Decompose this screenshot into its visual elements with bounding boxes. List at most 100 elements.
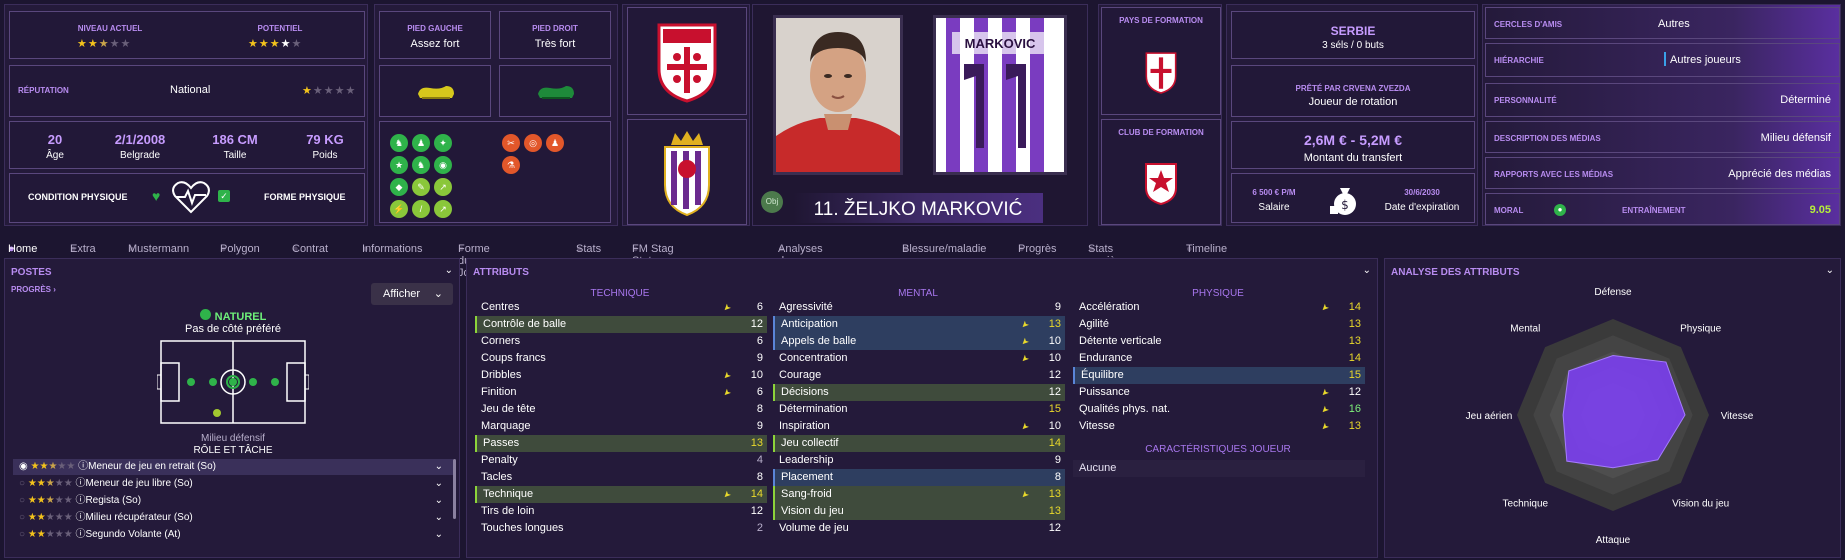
expiry-value: 30/6/2030 xyxy=(1404,188,1440,197)
media-desc-row[interactable]: DESCRIPTION DES MÉDIAS Milieu défensif xyxy=(1485,121,1840,153)
attribute-row[interactable]: Puissance ➤ 12 xyxy=(1073,384,1365,401)
obj-badge[interactable]: Obj xyxy=(761,191,783,213)
chevron-down-icon[interactable]: ⌄ xyxy=(435,527,443,543)
chevron-down-icon[interactable]: ⌄ xyxy=(435,476,443,492)
info-icon: ⓘ xyxy=(75,495,86,506)
attribute-row[interactable]: Inspiration ➤ 10 xyxy=(773,418,1065,435)
attribute-analysis-panel: ANALYSE DES ATTRIBUTS ⌄ Défense Physique V… xyxy=(1384,258,1841,558)
nation-box[interactable]: SERBIE 3 séls / 0 buts xyxy=(1231,11,1475,59)
attribute-row[interactable]: Corners 6 xyxy=(475,333,767,350)
nation-crest-box[interactable] xyxy=(627,7,747,115)
chevron-down-icon[interactable]: ⌄ xyxy=(435,510,443,526)
hierarchy-row[interactable]: HIÉRARCHIE Autres joueurs xyxy=(1485,43,1840,77)
trait-icon[interactable]: ↗ xyxy=(434,200,452,218)
attribute-row[interactable]: Contrôle de balle 12 xyxy=(475,316,767,333)
attribute-name: Contrôle de balle xyxy=(483,318,567,330)
trait-icon[interactable]: ♟ xyxy=(412,134,430,152)
roles-scrollbar[interactable] xyxy=(453,459,456,519)
attribute-value: 6 xyxy=(756,335,763,347)
ability-box[interactable]: NIVEAU ACTUEL ★★★★★ POTENTIEL ★★★★★ xyxy=(9,11,365,59)
attribute-row[interactable]: Coups francs 9 xyxy=(475,350,767,367)
role-row[interactable]: ◉ ★★★★★ ⓘMeneur de jeu en retrait (So) ⌄ xyxy=(13,459,453,475)
trait-icon[interactable]: ✦ xyxy=(434,134,452,152)
trait-icon[interactable]: / xyxy=(412,200,430,218)
training-country-box[interactable]: PAYS DE FORMATION xyxy=(1101,7,1221,115)
attribute-value: 6 xyxy=(756,301,763,313)
attribute-row[interactable]: Volume de jeu 12 xyxy=(773,520,1065,537)
role-row[interactable]: ○ ★★★★★ ⓘMilieu récupérateur (So) ⌄ xyxy=(13,510,453,526)
trait-icon[interactable]: ♞ xyxy=(390,134,408,152)
progress-link[interactable]: PROGRÈS › xyxy=(11,285,56,294)
show-button[interactable]: Afficher ⌄ xyxy=(371,283,453,305)
trait-icon[interactable]: ♞ xyxy=(412,156,430,174)
expiry-label: Date d'expiration xyxy=(1384,202,1460,213)
morale-icon: ● xyxy=(1554,204,1566,216)
attribute-row[interactable]: Qualités phys. nat. ➤ 16 xyxy=(1073,401,1365,418)
friends-row[interactable]: CERCLES D'AMIS Autres xyxy=(1485,7,1840,39)
attribute-row[interactable]: Penalty 4 xyxy=(475,452,767,469)
attribute-row[interactable]: Technique ➤ 14 xyxy=(475,486,767,503)
attribute-row[interactable]: Sang-froid ➤ 13 xyxy=(773,486,1065,503)
tab-progres-label: Progrès xyxy=(1018,243,1057,255)
tab-extra-label: Extra xyxy=(70,243,96,255)
attribute-row[interactable]: Concentration ➤ 10 xyxy=(773,350,1065,367)
attribute-row[interactable]: Dribbles ➤ 10 xyxy=(475,367,767,384)
trait-icon[interactable]: ♟ xyxy=(546,134,564,152)
chevron-down-icon[interactable]: ⌄ xyxy=(435,493,443,509)
attribute-row[interactable]: Tacles 8 xyxy=(475,469,767,486)
attribute-row[interactable]: Équilibre 15 xyxy=(1073,367,1365,384)
attribute-value: 12 xyxy=(750,318,763,330)
attribute-row[interactable]: Décisions 12 xyxy=(773,384,1065,401)
club-crest-box[interactable] xyxy=(627,119,747,225)
role-row[interactable]: ○ ★★★★★ ⓘMeneur de jeu libre (So) ⌄ xyxy=(13,476,453,492)
trait-icon[interactable]: ◆ xyxy=(390,178,408,196)
attribute-row[interactable]: Agilité 13 xyxy=(1073,316,1365,333)
morale-row[interactable]: MORAL ● ENTRAÎNEMENT 9.05 xyxy=(1485,193,1840,225)
heart-icon: ♥ xyxy=(152,188,161,204)
role-row[interactable]: ○ ★★★★★ ⓘRegista (So) ⌄ xyxy=(13,493,453,509)
caps-value: 3 séls / 0 buts xyxy=(1322,40,1384,51)
attribute-row[interactable]: Jeu collectif 14 xyxy=(773,435,1065,452)
attribute-row[interactable]: Jeu de tête 8 xyxy=(475,401,767,418)
media-relations-row[interactable]: RAPPORTS AVEC LES MÉDIAS Apprécié des mé… xyxy=(1485,157,1840,189)
attribute-row[interactable]: Centres ➤ 6 xyxy=(475,299,767,316)
attribute-row[interactable]: Agressivité 9 xyxy=(773,299,1065,316)
trait-icon[interactable]: ⚡ xyxy=(390,200,408,218)
trait-icon[interactable]: ✎ xyxy=(412,178,430,196)
attribute-row[interactable]: Courage 12 xyxy=(773,367,1065,384)
attribute-row[interactable]: Finition ➤ 6 xyxy=(475,384,767,401)
trait-icon[interactable]: ◎ xyxy=(524,134,542,152)
positions-collapse-icon[interactable]: ⌄ xyxy=(445,265,453,276)
trait-icon[interactable]: ⚗ xyxy=(502,156,520,174)
attribute-row[interactable]: Vision du jeu 13 xyxy=(773,503,1065,520)
trait-icon[interactable]: ✂ xyxy=(502,134,520,152)
trait-icon[interactable]: ◉ xyxy=(434,156,452,174)
attribute-row[interactable]: Leadership 9 xyxy=(773,452,1065,469)
attribute-row[interactable]: Vitesse ➤ 13 xyxy=(1073,418,1365,435)
trait-icon[interactable]: ↗ xyxy=(434,178,452,196)
attribute-row[interactable]: Tirs de loin 12 xyxy=(475,503,767,520)
attribute-row[interactable]: Placement 8 xyxy=(773,469,1065,486)
attribute-row[interactable]: Appels de balle ➤ 10 xyxy=(773,333,1065,350)
attribute-row[interactable]: Accélération ➤ 14 xyxy=(1073,299,1365,316)
attribute-row[interactable]: Passes 13 xyxy=(475,435,767,452)
serbia-crest-icon xyxy=(657,23,717,103)
attribute-row[interactable]: Détermination 15 xyxy=(773,401,1065,418)
chevron-down-icon[interactable]: ⌄ xyxy=(435,459,443,475)
attribute-row[interactable]: Détente verticale 13 xyxy=(1073,333,1365,350)
attributes-collapse-icon[interactable]: ⌄ xyxy=(1363,265,1371,276)
attribute-name: Passes xyxy=(483,437,520,449)
training-club-box[interactable]: CLUB DE FORMATION xyxy=(1101,119,1221,225)
personality-row[interactable]: PERSONNALITÉ Déterminé xyxy=(1485,83,1840,117)
trend-arrow-icon: ➤ xyxy=(721,369,734,383)
attribute-value: 10 xyxy=(1048,335,1061,347)
attribute-row[interactable]: Endurance 14 xyxy=(1073,350,1365,367)
reputation-value: National xyxy=(170,84,211,96)
media-desc-value: Milieu défensif xyxy=(1760,132,1831,144)
attribute-row[interactable]: Anticipation ➤ 13 xyxy=(773,316,1065,333)
attribute-row[interactable]: Touches longues 2 xyxy=(475,520,767,537)
attribute-value: 4 xyxy=(756,454,763,466)
role-row[interactable]: ○ ★★★★★ ⓘSegundo Volante (At) ⌄ xyxy=(13,527,453,543)
trait-icon[interactable]: ★ xyxy=(390,156,408,174)
attribute-row[interactable]: Marquage 9 xyxy=(475,418,767,435)
